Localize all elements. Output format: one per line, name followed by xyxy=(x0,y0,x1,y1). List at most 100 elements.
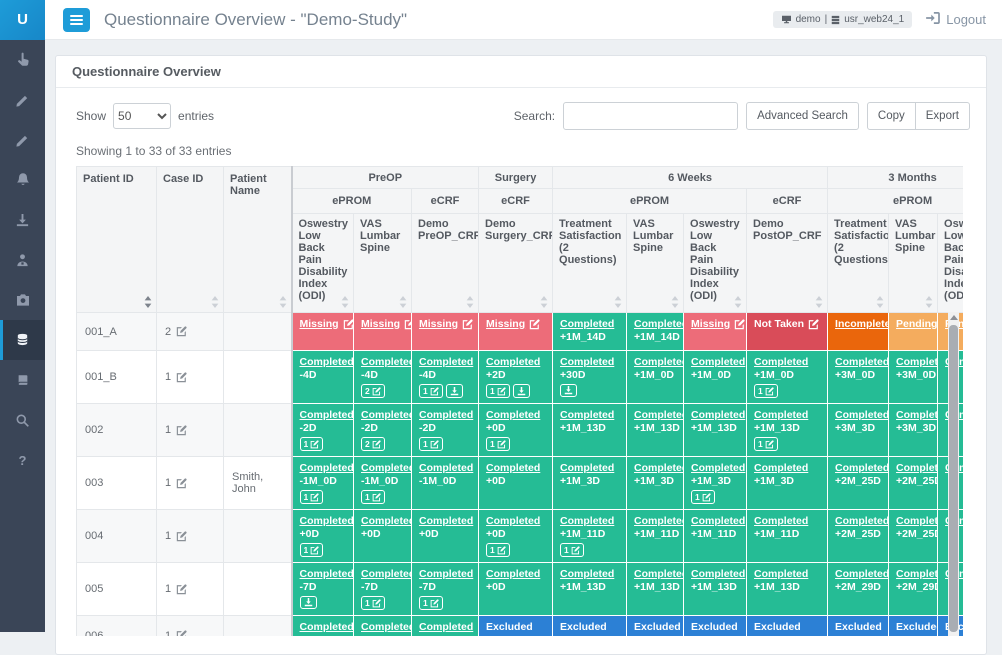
edit-status-icon[interactable] xyxy=(808,319,819,330)
status-label[interactable]: Completed xyxy=(691,356,745,368)
status-cell-completed[interactable]: Completed-7D1 xyxy=(354,563,412,616)
status-cell-completed[interactable]: Completed+0D xyxy=(354,616,412,637)
status-cell-completed[interactable]: Completed+0D xyxy=(292,616,354,637)
status-label[interactable]: Completed xyxy=(835,515,889,527)
status-cell-completed[interactable]: Completed-7D1 xyxy=(412,563,479,616)
edit-case-icon[interactable] xyxy=(176,425,187,436)
edit-badge[interactable]: 1 xyxy=(300,490,324,504)
edit-badge[interactable]: 1 xyxy=(419,596,443,610)
edit-badge[interactable]: 1 xyxy=(419,384,443,398)
scrollbar-thumb[interactable] xyxy=(949,325,958,632)
export-button[interactable]: Export xyxy=(915,102,970,130)
status-label[interactable]: Completed xyxy=(486,462,540,474)
edit-status-icon[interactable] xyxy=(404,319,411,330)
sort-icon[interactable] xyxy=(144,296,152,308)
sidebar-item-camera[interactable] xyxy=(0,280,45,320)
column-header-case-id[interactable]: Case ID xyxy=(157,167,224,313)
status-label[interactable]: Completed xyxy=(560,462,614,474)
sidebar-item-database[interactable] xyxy=(0,320,45,360)
questionnaire-header[interactable]: Demo PreOP_CRF xyxy=(412,214,479,313)
status-cell-completed[interactable]: Completed+2D1 xyxy=(479,351,553,404)
status-label[interactable]: Completed xyxy=(419,568,473,580)
status-label[interactable]: Completed xyxy=(896,409,938,421)
status-label[interactable]: Completed xyxy=(560,356,614,368)
questionnaire-header[interactable]: VAS Lumbar Spine xyxy=(354,214,412,313)
logout-button[interactable]: Logout xyxy=(926,12,986,27)
status-cell-completed[interactable]: Completed-4D1 xyxy=(412,351,479,404)
status-cell-not_taken[interactable]: Not Taken xyxy=(747,313,828,351)
status-cell-completed[interactable]: Completed+1M_11D1 xyxy=(553,510,627,563)
status-cell-completed[interactable]: Completed+1M_13D xyxy=(684,563,747,616)
questionnaire-header[interactable]: VAS Lumbar Spine xyxy=(889,214,938,313)
status-cell-completed[interactable]: Completed+1M_3D xyxy=(553,457,627,510)
status-label[interactable]: Completed xyxy=(300,462,354,474)
status-cell-completed[interactable]: Completed+1M_3D xyxy=(627,457,684,510)
scroll-up-arrow[interactable] xyxy=(950,315,958,320)
questionnaire-header[interactable]: Oswestry Low Back Pain Disability Index … xyxy=(684,214,747,313)
status-cell-completed[interactable]: Completed+2M_29D xyxy=(828,563,889,616)
sort-icon[interactable] xyxy=(614,296,622,308)
status-label[interactable]: Missing xyxy=(300,318,339,330)
questionnaire-header[interactable]: Oswestry Low Back Pain Disability Index … xyxy=(938,214,963,313)
edit-status-icon[interactable] xyxy=(343,319,354,330)
status-label[interactable]: Completed xyxy=(754,462,808,474)
status-cell-excluded[interactable]: Excluded xyxy=(828,616,889,637)
status-cell-completed[interactable]: Completed+3M_0D xyxy=(828,351,889,404)
status-cell-completed[interactable]: Completed+3M_0D xyxy=(889,351,938,404)
sidebar-item-help[interactable]: ? xyxy=(0,440,45,480)
status-cell-completed[interactable]: Completed+1M_0D xyxy=(627,351,684,404)
edit-badge[interactable]: 1 xyxy=(486,384,510,398)
sort-icon[interactable] xyxy=(279,296,287,308)
sidebar-item-patient[interactable] xyxy=(0,240,45,280)
status-label[interactable]: Completed xyxy=(754,568,808,580)
column-header-patient-id[interactable]: Patient ID xyxy=(77,167,157,313)
sort-icon[interactable] xyxy=(925,296,933,308)
copy-button[interactable]: Copy xyxy=(867,102,916,130)
status-label[interactable]: Completed xyxy=(754,356,808,368)
status-label[interactable]: Missing xyxy=(486,318,525,330)
edit-badge[interactable]: 1 xyxy=(486,437,510,451)
status-label[interactable]: Completed xyxy=(300,568,354,580)
status-cell-pending[interactable]: Pending xyxy=(889,313,938,351)
status-label[interactable]: Completed xyxy=(835,356,889,368)
sort-icon[interactable] xyxy=(671,296,679,308)
edit-badge[interactable]: 1 xyxy=(754,384,778,398)
status-cell-completed[interactable]: Completed+1M_3D xyxy=(747,457,828,510)
status-label[interactable]: Completed xyxy=(691,462,745,474)
status-label[interactable]: Completed xyxy=(300,356,354,368)
status-label[interactable]: Completed xyxy=(486,356,540,368)
status-label[interactable]: Completed xyxy=(419,515,473,527)
questionnaire-header[interactable]: Treatment Satisfaction (2 Questions) xyxy=(553,214,627,313)
status-label[interactable]: Completed xyxy=(835,462,889,474)
edit-case-icon[interactable] xyxy=(176,478,187,489)
status-label[interactable]: Completed xyxy=(634,462,684,474)
sort-icon[interactable] xyxy=(341,296,349,308)
status-label[interactable]: Completed xyxy=(560,318,614,330)
status-label[interactable]: Completed xyxy=(419,409,473,421)
status-label[interactable]: Completed xyxy=(486,515,540,527)
status-cell-completed[interactable]: Completed+1M_14D xyxy=(553,313,627,351)
status-cell-missing[interactable]: Missing xyxy=(684,313,747,351)
status-label[interactable]: Completed xyxy=(560,568,614,580)
status-cell-excluded[interactable]: Excluded xyxy=(479,616,553,637)
status-cell-completed[interactable]: Completed+1M_13D xyxy=(553,404,627,457)
edit-badge[interactable]: 1 xyxy=(560,543,584,557)
status-label[interactable]: Completed xyxy=(835,409,889,421)
sidebar-item-pencil-2[interactable] xyxy=(0,120,45,160)
status-cell-completed[interactable]: Completed+1M_13D xyxy=(747,563,828,616)
status-cell-completed[interactable]: Completed+0D xyxy=(479,457,553,510)
edit-badge[interactable]: 1 xyxy=(300,437,324,451)
status-label[interactable]: Completed xyxy=(691,515,745,527)
status-label[interactable]: Completed xyxy=(896,568,938,580)
status-cell-completed[interactable]: Completed-2D1 xyxy=(412,404,479,457)
status-cell-completed[interactable]: Completed+0D xyxy=(412,510,479,563)
status-cell-completed[interactable]: Completed-1M_0D1 xyxy=(292,457,354,510)
status-cell-excluded[interactable]: Excluded xyxy=(747,616,828,637)
edit-case-icon[interactable] xyxy=(176,630,187,636)
edit-status-icon[interactable] xyxy=(734,319,745,330)
sidebar-item-search[interactable] xyxy=(0,400,45,440)
status-cell-excluded[interactable]: Excluded xyxy=(553,616,627,637)
status-label[interactable]: Completed xyxy=(419,462,473,474)
download-badge[interactable] xyxy=(560,384,577,397)
status-cell-completed[interactable]: Completed-2D2 xyxy=(354,404,412,457)
